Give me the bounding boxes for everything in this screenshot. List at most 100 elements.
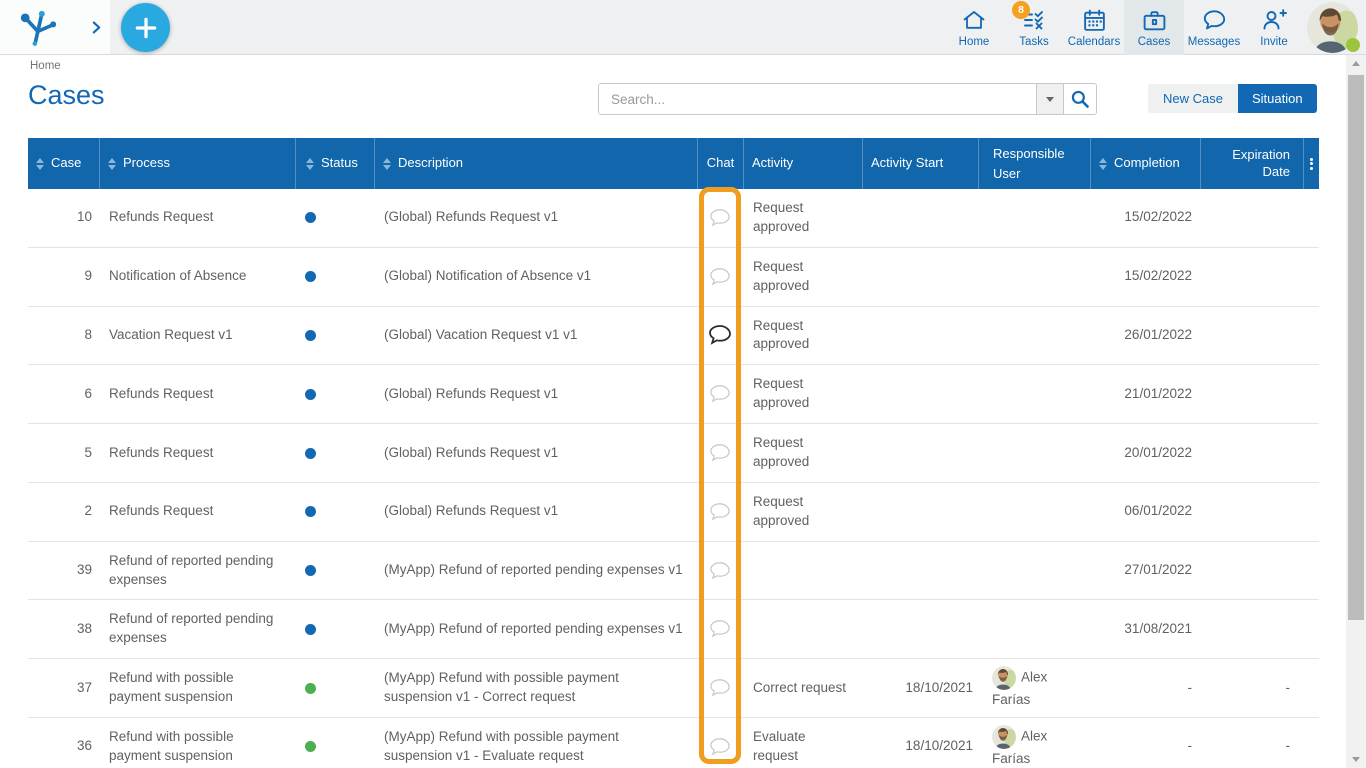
cell-completion: 27/01/2022 <box>1090 551 1200 590</box>
cell-status <box>295 551 374 590</box>
nav-item-tasks[interactable]: 8 Tasks <box>1004 0 1064 55</box>
chat-bubble-icon[interactable] <box>709 208 731 228</box>
chat-bubble-icon[interactable] <box>709 384 731 404</box>
nav-item-cases[interactable]: Cases <box>1124 0 1184 55</box>
cell-completion: - <box>1090 669 1200 708</box>
cell-activity-start <box>862 561 978 581</box>
cell-expiration-date <box>1200 208 1303 228</box>
cell-status <box>295 610 374 649</box>
cell-row-menu <box>1303 325 1323 345</box>
search-options-dropdown[interactable] <box>1036 84 1063 114</box>
cell-process: Refunds Request <box>99 434 295 473</box>
cell-activity: Request approved <box>743 424 862 482</box>
column-header-completion[interactable]: Completion <box>1090 138 1200 189</box>
cell-case-number: 2 <box>28 492 99 531</box>
user-avatar[interactable] <box>1307 2 1358 53</box>
cell-expiration-date <box>1200 267 1303 287</box>
expand-chevron-icon[interactable] <box>76 21 101 34</box>
column-header-expiration: Expiration Date <box>1200 138 1303 189</box>
vertical-scrollbar[interactable] <box>1346 55 1366 768</box>
cell-expiration-date <box>1200 443 1303 463</box>
nav-item-home[interactable]: Home <box>944 0 1004 55</box>
nav-item-calendars[interactable]: Calendars <box>1064 0 1124 55</box>
cell-description: (MyApp) Refund with possible payment sus… <box>374 718 697 768</box>
invite-person-icon <box>1261 7 1287 33</box>
speech-bubble-icon <box>1201 7 1227 33</box>
table-row[interactable]: 6 Refunds Request (Global) Refunds Reque… <box>28 365 1319 424</box>
table-row[interactable]: 36 Refund with possible payment suspensi… <box>28 718 1319 768</box>
cell-description: (MyApp) Refund of reported pending expen… <box>374 551 697 590</box>
column-header-chat: Chat <box>697 138 743 189</box>
chat-bubble-icon[interactable] <box>708 324 732 346</box>
cell-responsible-user <box>978 623 1090 635</box>
cell-case-number: 6 <box>28 375 99 414</box>
column-header-case[interactable]: Case <box>28 138 99 189</box>
cell-chat <box>697 380 743 408</box>
cell-description: (Global) Refunds Request v1 <box>374 375 697 414</box>
column-header-desc[interactable]: Description <box>374 138 697 189</box>
logo-area <box>0 0 110 54</box>
column-settings-button[interactable] <box>1303 138 1319 189</box>
table-row[interactable]: 8 Vacation Request v1 (Global) Vacation … <box>28 307 1319 366</box>
table-row[interactable]: 37 Refund with possible payment suspensi… <box>28 659 1319 718</box>
briefcase-icon <box>1141 7 1167 33</box>
table-row[interactable]: 9 Notification of Absence (Global) Notif… <box>28 248 1319 307</box>
create-new-case-button[interactable] <box>121 3 170 52</box>
cell-row-menu <box>1303 384 1323 404</box>
search-input[interactable] <box>599 84 1036 114</box>
cell-completion: 21/01/2022 <box>1090 375 1200 414</box>
online-status-dot <box>1346 38 1360 52</box>
column-label: Responsible User <box>993 144 1084 183</box>
column-header-status[interactable]: Status <box>295 138 374 189</box>
chat-bubble-icon[interactable] <box>709 267 731 287</box>
column-label: Chat <box>707 155 734 172</box>
column-label: Status <box>321 155 358 172</box>
chat-bubble-icon[interactable] <box>709 678 731 698</box>
table-row[interactable]: 38 Refund of reported pending expenses (… <box>28 600 1319 659</box>
scrollbar-thumb[interactable] <box>1348 75 1364 620</box>
cell-completion: 15/02/2022 <box>1090 257 1200 296</box>
cell-activity-start <box>862 443 978 463</box>
column-header-activity: Activity <box>743 138 862 189</box>
scroll-up-button[interactable] <box>1346 55 1366 72</box>
cell-case-number: 5 <box>28 434 99 473</box>
situation-button[interactable]: Situation <box>1238 84 1317 113</box>
cell-expiration-date <box>1200 325 1303 345</box>
arrow-up-icon <box>1352 61 1360 66</box>
chat-bubble-icon[interactable] <box>709 502 731 522</box>
cell-activity-start: 18/10/2021 <box>862 669 978 708</box>
chat-bubble-icon[interactable] <box>709 737 731 757</box>
chat-bubble-icon[interactable] <box>709 619 731 639</box>
table-row[interactable]: 5 Refunds Request (Global) Refunds Reque… <box>28 424 1319 483</box>
cell-process: Refund with possible payment suspension <box>99 718 295 768</box>
column-header-process[interactable]: Process <box>99 138 295 189</box>
nav-item-invite[interactable]: Invite <box>1244 0 1304 55</box>
cell-row-menu <box>1303 208 1323 228</box>
cell-completion: - <box>1090 727 1200 766</box>
status-dot <box>305 565 316 576</box>
cell-completion: 06/01/2022 <box>1090 492 1200 531</box>
cell-description: (Global) Refunds Request v1 <box>374 492 697 531</box>
column-label: Description <box>398 155 463 172</box>
nav-item-messages[interactable]: Messages <box>1184 0 1244 55</box>
cell-expiration-date: - <box>1200 669 1303 708</box>
chat-bubble-icon[interactable] <box>709 561 731 581</box>
sort-icon <box>383 158 391 170</box>
new-case-button[interactable]: New Case <box>1148 84 1238 113</box>
table-row[interactable]: 10 Refunds Request (Global) Refunds Requ… <box>28 189 1319 248</box>
page-title: Cases <box>28 80 105 111</box>
cell-expiration-date <box>1200 619 1303 639</box>
cell-activity-start <box>862 502 978 522</box>
magnifier-icon <box>1070 89 1090 109</box>
bizagi-logo-icon[interactable] <box>16 7 58 47</box>
table-row[interactable]: 2 Refunds Request (Global) Refunds Reque… <box>28 483 1319 542</box>
cell-expiration-date <box>1200 502 1303 522</box>
breadcrumb[interactable]: Home <box>30 60 61 72</box>
table-row[interactable]: 39 Refund of reported pending expenses (… <box>28 542 1319 601</box>
nav-label: Home <box>959 36 990 48</box>
status-dot <box>305 506 316 517</box>
scroll-down-button[interactable] <box>1346 751 1366 768</box>
chat-bubble-icon[interactable] <box>709 443 731 463</box>
search-button[interactable] <box>1063 84 1096 114</box>
cell-status <box>295 316 374 355</box>
